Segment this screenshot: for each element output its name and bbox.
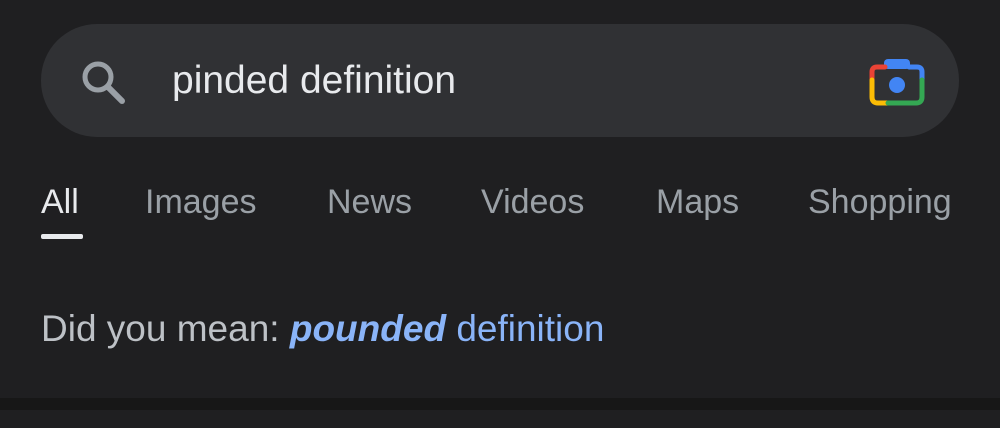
google-lens-camera-icon[interactable] (868, 55, 926, 109)
tab-all[interactable]: All (41, 178, 79, 226)
suggestion-link[interactable]: pounded definition (290, 308, 605, 349)
suggestion-corrected-word[interactable]: pounded (290, 308, 446, 349)
tab-shopping[interactable]: Shopping (808, 178, 952, 226)
suggestion-prefix: Did you mean: (41, 308, 280, 349)
tab-news[interactable]: News (327, 178, 412, 226)
search-results-page: pinded definition All Images News Videos… (0, 0, 1000, 428)
search-input[interactable]: pinded definition (172, 55, 456, 107)
active-tab-indicator (41, 234, 83, 239)
search-tabs: All Images News Videos Maps Shopping (0, 178, 1000, 248)
search-icon[interactable] (78, 57, 128, 107)
spelling-suggestion: Did you mean: pounded definition (41, 305, 604, 353)
tab-maps[interactable]: Maps (656, 178, 739, 226)
results-area-top (0, 410, 1000, 428)
tab-images[interactable]: Images (145, 178, 257, 226)
suggestion-rest[interactable]: definition (456, 308, 604, 349)
section-divider (0, 398, 1000, 410)
tab-videos[interactable]: Videos (481, 178, 584, 226)
